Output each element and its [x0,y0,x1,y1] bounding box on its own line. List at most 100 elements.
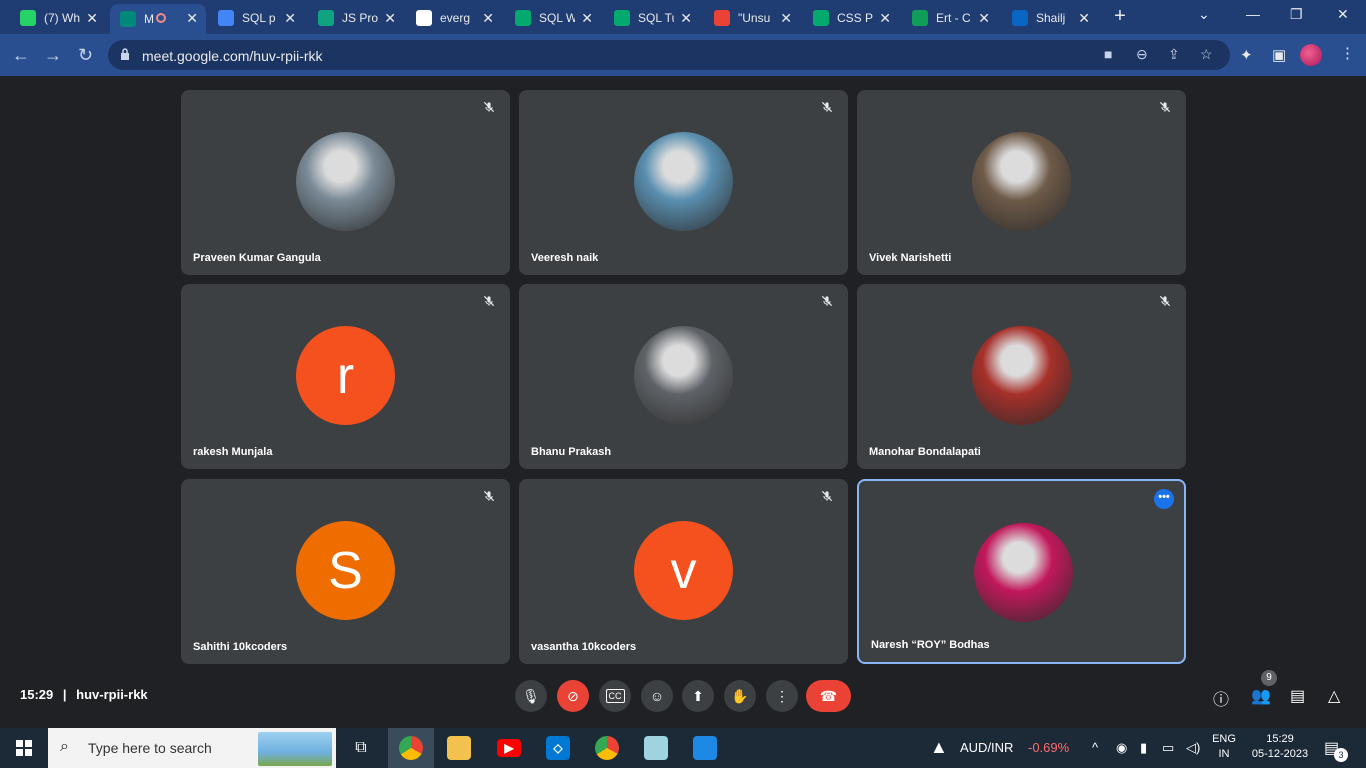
tab-title: Shailj [1036,11,1066,25]
browser-toolbar: ← → ↻ meet.google.com/huv-rpii-rkk ■ ⊖ ⇪… [0,34,1366,76]
reactions-button[interactable]: ☺ [641,680,673,712]
participant-name: Vivek Narishetti [869,252,952,264]
chrome-taskbar-icon[interactable] [388,728,434,768]
close-tab-icon[interactable]: ✕ [384,10,396,27]
battery-icon[interactable]: ▭ [1162,740,1174,756]
webcam-tray-icon[interactable]: ◉ [1116,740,1127,756]
raise-hand-button[interactable]: ✋ [724,680,756,712]
participant-tile[interactable]: r rakesh Munjala [181,284,510,469]
browser-tab[interactable]: everg ✕ [406,4,502,32]
close-tab-icon[interactable]: ✕ [482,10,494,27]
present-button[interactable]: ⬆ [682,680,714,712]
chrome-menu-icon[interactable]: ⋮ [1340,44,1355,62]
tab-search-icon[interactable]: ⌄ [1198,6,1210,23]
language-region: IN [1218,748,1230,760]
browser-tab[interactable]: "Unsu ✕ [704,4,800,32]
close-tab-icon[interactable]: ✕ [1078,10,1090,27]
browser-tab[interactable]: (7) Wh ✕ [10,4,106,32]
stock-widget-icon[interactable]: ▲ [930,737,948,758]
tab-title: "Unsu [738,11,771,25]
taskbar-search[interactable]: ⌕ Type here to search [48,728,336,768]
w3schools-icon [515,10,531,26]
close-tab-icon[interactable]: ✕ [680,10,692,27]
browser-tab[interactable]: M ✕ [110,4,206,34]
tab-title: SQL Tu [638,11,674,25]
restore-icon[interactable]: ❐ [1290,6,1303,23]
youtube-icon[interactable]: ▶ [486,728,532,768]
close-tab-icon[interactable]: ✕ [284,10,296,27]
close-tab-icon[interactable]: ✕ [86,10,98,27]
file-explorer-icon[interactable] [436,728,482,768]
extensions-icon[interactable]: ✦ [1240,46,1253,64]
meeting-details: 15:29 | huv-rpii-rkk [20,687,148,702]
close-tab-icon[interactable]: ✕ [186,10,198,27]
participant-tile[interactable]: Vivek Narishetti [857,90,1186,275]
profile-avatar[interactable] [1300,44,1322,66]
activities-icon[interactable]: △ [1328,686,1340,706]
vscode-icon[interactable]: ◇ [535,728,581,768]
participant-tile[interactable]: Veeresh naik [519,90,848,275]
browser-tab[interactable]: SQL Tu ✕ [604,4,700,32]
emoji-icon: ☺ [649,688,665,704]
close-window-icon[interactable]: ✕ [1337,6,1349,23]
back-icon[interactable]: ← [12,45,30,66]
participant-tile[interactable]: Manohar Bondalapati [857,284,1186,469]
language-indicator[interactable]: ENG IN [1212,733,1236,760]
meeting-info-icon[interactable]: ⓘ [1213,686,1229,710]
microphone-button[interactable]: 🎙 [515,680,547,712]
close-tab-icon[interactable]: ✕ [879,10,891,27]
share-icon[interactable]: ⇪ [1168,46,1180,63]
bookmark-star-icon[interactable]: ☆ [1200,46,1213,63]
browser-tab[interactable]: SQL p ✕ [208,4,304,32]
address-bar[interactable]: meet.google.com/huv-rpii-rkk ■ ⊖ ⇪ ☆ [108,40,1230,70]
close-tab-icon[interactable]: ✕ [581,10,593,27]
photos-app-icon[interactable] [682,728,728,768]
more-options-button[interactable]: ⋮ [766,680,798,712]
browser-tab[interactable]: Shailj ✕ [1002,4,1098,32]
tab-title: Ert - C [936,11,971,25]
reload-icon[interactable]: ↻ [78,45,93,66]
task-view-icon[interactable]: ⧉ [338,728,384,768]
tile-more-options-icon[interactable]: ••• [1154,489,1174,509]
muted-mic-icon [818,294,836,312]
google-docs-icon [218,10,234,26]
participant-tile[interactable]: Bhanu Prakash [519,284,848,469]
captions-button[interactable]: CC [599,680,631,712]
volume-icon[interactable]: ◁) [1186,740,1200,756]
notes-app-icon[interactable] [633,728,679,768]
windows-start-icon[interactable] [16,740,32,756]
chrome-profile-icon[interactable] [584,728,630,768]
tab-title: SQL W [539,11,575,25]
camera-off-button[interactable]: ⊘ [557,680,589,712]
participant-avatar [634,132,733,231]
stock-ticker[interactable]: AUD/INR [960,740,1013,755]
participant-tile[interactable]: Praveen Kumar Gangula [181,90,510,275]
people-icon[interactable]: 👥 [1251,686,1271,706]
browser-tab[interactable]: CSS P ✕ [803,4,899,32]
more-vert-icon: ⋮ [775,687,789,704]
camera-off-icon: ⊘ [567,687,579,704]
camera-icon[interactable]: ■ [1104,46,1112,62]
w3schools-icon [813,10,829,26]
close-tab-icon[interactable]: ✕ [978,10,990,27]
microphone-icon: 🎙 [522,687,540,704]
participant-name: Sahithi 10kcoders [193,641,288,653]
zoom-icon[interactable]: ⊖ [1136,46,1148,63]
forward-icon[interactable]: → [44,45,62,66]
new-tab-button[interactable]: + [1110,5,1130,28]
participant-name: vasantha 10kcoders [531,641,637,653]
browser-tab[interactable]: Ert - C ✕ [902,4,998,32]
participant-tile[interactable]: v vasantha 10kcoders [519,479,848,664]
participant-tile[interactable]: ••• Naresh “ROY” Bodhas [857,479,1186,664]
close-tab-icon[interactable]: ✕ [780,10,792,27]
microphone-tray-icon[interactable]: ▮ [1140,740,1147,756]
participant-tile[interactable]: S Sahithi 10kcoders [181,479,510,664]
chat-icon[interactable]: ▤ [1290,686,1305,706]
browser-tab[interactable]: SQL W ✕ [505,4,601,32]
browser-tab[interactable]: JS Pro ✕ [308,4,404,32]
minimize-icon[interactable]: — [1246,6,1260,22]
tray-expand-icon[interactable]: ^ [1092,740,1098,755]
side-panel-icon[interactable]: ▣ [1272,46,1286,64]
clock[interactable]: 15:29 05-12-2023 [1248,733,1312,760]
leave-call-button[interactable]: ☎ [806,680,851,712]
